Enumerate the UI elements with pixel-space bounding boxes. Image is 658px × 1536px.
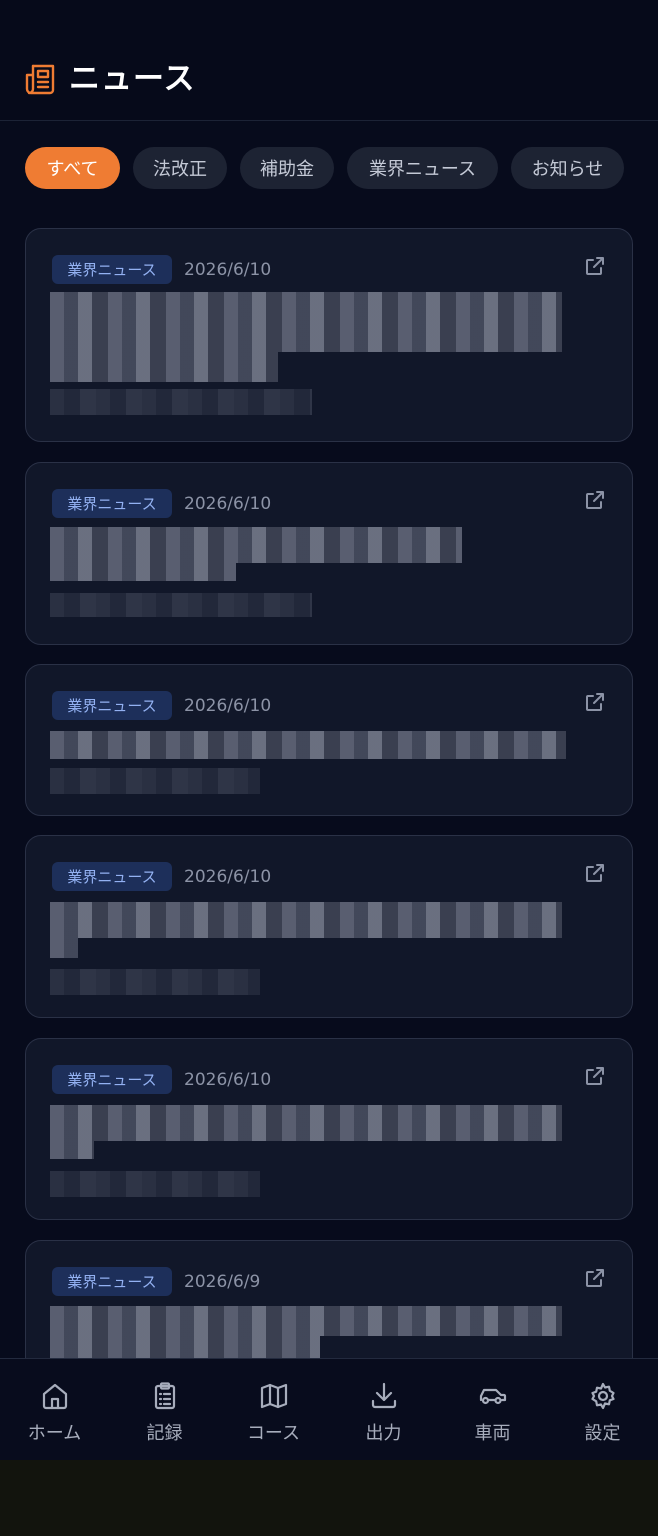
news-date: 2026/6/10 [184,494,272,514]
news-card[interactable]: 業界ニュース 2026/6/10 [25,228,633,442]
category-badge: 業界ニュース [52,862,172,891]
news-card[interactable]: 業界ニュース 2026/6/10 [25,1038,633,1220]
news-date: 2026/6/9 [184,1272,261,1292]
clipboard-icon [154,1382,175,1410]
filter-notice[interactable]: お知らせ [511,147,624,189]
news-card[interactable]: 業界ニュース 2026/6/10 [25,835,633,1018]
redacted-title [50,902,562,938]
redacted-title [50,1306,562,1336]
map-icon [260,1383,287,1409]
external-link-icon[interactable] [584,489,606,511]
bottom-navigation: ホーム 記録 コース 出力 車両 設定 [0,1358,658,1460]
car-icon [479,1388,506,1405]
redacted-title [50,352,278,382]
redacted-title [50,1141,94,1159]
external-link-icon[interactable] [584,255,606,277]
nav-export[interactable]: 出力 [329,1359,438,1460]
redacted-summary [50,1171,260,1197]
newspaper-icon [25,64,55,95]
redacted-summary [50,593,312,617]
category-badge: 業界ニュース [52,255,172,284]
redacted-title [50,322,562,352]
news-date: 2026/6/10 [184,1070,272,1090]
news-date: 2026/6/10 [184,696,272,716]
news-date: 2026/6/10 [184,260,272,280]
external-link-icon[interactable] [584,862,606,884]
nav-vehicle[interactable]: 車両 [438,1359,547,1460]
filter-all[interactable]: すべて [25,147,120,189]
page-header: ニュース [0,0,658,121]
category-badge: 業界ニュース [52,1065,172,1094]
category-badge: 業界ニュース [52,1267,172,1296]
filter-law-amendment[interactable]: 法改正 [133,147,227,189]
nav-home[interactable]: ホーム [0,1359,109,1460]
nav-course[interactable]: コース [219,1359,328,1460]
redacted-title [50,938,78,958]
redacted-title [50,731,566,759]
page-title: ニュース [69,61,196,97]
redacted-summary [50,969,260,995]
redacted-title [50,292,562,322]
nav-records[interactable]: 記録 [110,1359,219,1460]
home-icon [42,1383,67,1410]
filter-subsidy[interactable]: 補助金 [240,147,334,189]
nav-settings[interactable]: 設定 [548,1359,657,1460]
redacted-summary [50,389,312,415]
category-badge: 業界ニュース [52,489,172,518]
news-date: 2026/6/10 [184,867,272,887]
redacted-title [50,1105,562,1141]
external-link-icon[interactable] [584,1267,606,1289]
news-card[interactable]: 業界ニュース 2026/6/10 [25,462,633,645]
external-link-icon[interactable] [584,691,606,713]
download-icon [371,1382,396,1409]
redacted-summary [50,768,260,794]
redacted-title [50,563,236,581]
filter-tabs: すべて 法改正 補助金 業界ニュース お知らせ [25,147,645,189]
gear-icon [590,1382,615,1410]
redacted-title [50,527,462,563]
filter-industry-news[interactable]: 業界ニュース [347,147,498,189]
external-link-icon[interactable] [584,1065,606,1087]
category-badge: 業界ニュース [52,691,172,720]
app-screen: ニュース すべて 法改正 補助金 業界ニュース お知らせ 業界ニュース 2026… [0,0,658,1460]
news-card[interactable]: 業界ニュース 2026/6/10 [25,664,633,816]
